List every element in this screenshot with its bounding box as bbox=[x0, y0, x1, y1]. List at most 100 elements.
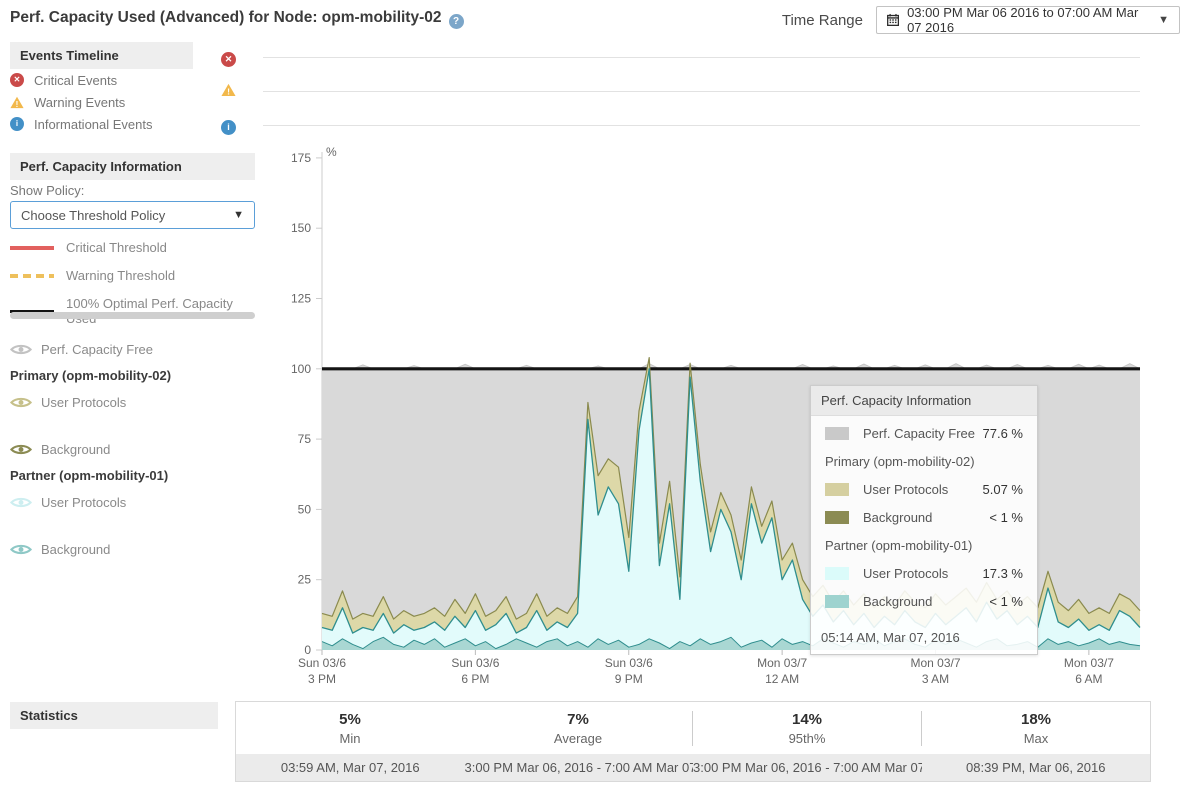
legend-label: Warning Events bbox=[34, 95, 125, 110]
stat-value: 7% bbox=[464, 711, 692, 728]
help-icon[interactable]: ? bbox=[449, 14, 464, 29]
chart-tooltip: Perf. Capacity Information Perf. Capacit… bbox=[810, 385, 1038, 655]
series-swatch bbox=[825, 511, 849, 524]
lane-critical bbox=[263, 57, 1140, 58]
critical-event-icon: ✕ bbox=[10, 73, 24, 87]
toggle-label: Background bbox=[41, 442, 110, 457]
lane-icon-info: i bbox=[221, 117, 236, 135]
stat-label: 95th% bbox=[693, 731, 921, 746]
tooltip-series-value: 17.3 % bbox=[983, 566, 1023, 581]
eye-icon bbox=[10, 543, 32, 556]
series-toggles: Perf. Capacity Free Primary (opm-mobility… bbox=[10, 332, 255, 566]
x-tick-label: Sun 03/6 bbox=[451, 656, 499, 670]
legend-label: Critical Events bbox=[34, 73, 117, 88]
events-timeline-header: Events Timeline bbox=[10, 42, 193, 69]
statistics-table: 5%Min7%Average14%95th%18%Max 03:59 AM, M… bbox=[235, 701, 1151, 782]
y-tick-label: 125 bbox=[291, 292, 311, 306]
stat-label: Min bbox=[236, 731, 464, 746]
y-tick-label: 0 bbox=[304, 643, 311, 657]
tooltip-series-label: User Protocols bbox=[863, 482, 948, 497]
stat-95th-: 14%95th% bbox=[692, 711, 921, 746]
legend-label: Informational Events bbox=[34, 117, 153, 132]
threshold-label: Warning Threshold bbox=[66, 268, 175, 283]
stat-value: 18% bbox=[922, 711, 1150, 728]
toggle-label: User Protocols bbox=[41, 395, 126, 410]
tooltip-timestamp: 05:14 AM, Mar 07, 2016 bbox=[811, 626, 1037, 654]
lane-info bbox=[263, 125, 1140, 126]
stat-period: 08:39 PM, Mar 06, 2016 bbox=[922, 760, 1151, 775]
tooltip-series-label: User Protocols bbox=[863, 566, 948, 581]
lane-warning bbox=[263, 91, 1140, 92]
y-tick-label: 25 bbox=[298, 573, 312, 587]
stat-max: 18% Max bbox=[921, 711, 1150, 746]
lane-icon-warning: ! bbox=[221, 83, 236, 102]
time-range-selector[interactable]: 03:00 PM Mar 06 2016 to 07:00 AM Mar 07 … bbox=[876, 6, 1180, 34]
tooltip-row: User Protocols 17.3 % bbox=[825, 566, 1023, 581]
toggle-label: Background bbox=[41, 542, 110, 557]
toggle-primary-background[interactable]: Background bbox=[10, 441, 255, 457]
capacity-chart-svg[interactable]: 0255075100125150175%Sun 03/63 PMSun 03/6… bbox=[260, 140, 1184, 690]
threshold-line-swatch bbox=[10, 274, 54, 278]
perf-capacity-page: Perf. Capacity Used (Advanced) for Node:… bbox=[0, 0, 1184, 787]
x-tick-label: Mon 03/7 bbox=[757, 656, 807, 670]
x-tick-label: 12 AM bbox=[765, 672, 799, 686]
statistics-periods-row: 03:59 AM, Mar 07, 20163:00 PM Mar 06, 20… bbox=[236, 754, 1150, 781]
y-tick-label: 175 bbox=[291, 151, 311, 165]
stat-period: 03:59 AM, Mar 07, 2016 bbox=[236, 760, 465, 775]
series-swatch bbox=[825, 567, 849, 580]
x-tick-label: Sun 03/6 bbox=[605, 656, 653, 670]
svg-text:!: ! bbox=[227, 87, 230, 97]
toggle-partner-user-protocols[interactable]: User Protocols bbox=[10, 494, 255, 510]
toggle-perf-capacity-free[interactable]: Perf. Capacity Free bbox=[10, 341, 255, 357]
lane-icon-critical: ✕ bbox=[221, 49, 236, 67]
legend-warning-events: !Warning Events bbox=[10, 94, 230, 110]
toggle-partner-background[interactable]: Background bbox=[10, 541, 255, 557]
x-tick-label: 3 AM bbox=[922, 672, 949, 686]
time-range: Time Range 03:00 PM Mar 06 2016 to 07:00… bbox=[782, 6, 1180, 34]
events-legend: ✕Critical Events!Warning EventsiInformat… bbox=[10, 72, 230, 138]
series-group-label: Primary (opm-mobility-02) bbox=[10, 368, 255, 383]
eye-icon bbox=[10, 443, 32, 456]
toggle-label: Perf. Capacity Free bbox=[41, 342, 153, 357]
tooltip-series-label: Background bbox=[863, 510, 932, 525]
capacity-chart[interactable]: 0255075100125150175%Sun 03/63 PMSun 03/6… bbox=[260, 140, 1184, 690]
x-tick-label: 6 AM bbox=[1075, 672, 1102, 686]
tooltip-series-label: Background bbox=[863, 594, 932, 609]
tooltip-body: Perf. Capacity Free77.6 % Primary (opm-mo… bbox=[811, 416, 1037, 626]
tooltip-header: Perf. Capacity Information bbox=[811, 386, 1037, 416]
page-title-text: Perf. Capacity Used (Advanced) for Node:… bbox=[10, 9, 442, 26]
threshold-policy-value: Choose Threshold Policy bbox=[21, 208, 165, 223]
time-range-value: 03:00 PM Mar 06 2016 to 07:00 AM Mar 07 … bbox=[907, 5, 1150, 35]
y-tick-label: 75 bbox=[298, 432, 312, 446]
series-group-label: Partner (opm-mobility-01) bbox=[10, 468, 255, 483]
x-tick-label: Sun 03/6 bbox=[298, 656, 346, 670]
series-swatch bbox=[825, 427, 849, 440]
stat-label: Max bbox=[922, 731, 1150, 746]
statistics-values-row: 5%Min7%Average14%95th%18%Max bbox=[236, 702, 1150, 754]
tooltip-group-label: Partner (opm-mobility-01) bbox=[825, 538, 1023, 553]
toggle-primary-user-protocols[interactable]: User Protocols bbox=[10, 394, 255, 410]
tooltip-row: Perf. Capacity Free77.6 % bbox=[825, 426, 1023, 441]
warning-event-icon: ! bbox=[221, 83, 236, 97]
eye-icon bbox=[10, 496, 32, 509]
page-title: Perf. Capacity Used (Advanced) for Node:… bbox=[10, 9, 464, 29]
info-event-icon: i bbox=[221, 120, 236, 135]
tooltip-row: Background< 1 % bbox=[825, 594, 1023, 609]
sidebar-scrollbar[interactable] bbox=[10, 312, 255, 319]
tooltip-series-value: 5.07 % bbox=[983, 482, 1023, 497]
tooltip-group-label: Primary (opm-mobility-02) bbox=[825, 454, 1023, 469]
legend-threshold: Warning Threshold bbox=[10, 268, 255, 283]
series-swatch bbox=[825, 483, 849, 496]
info-event-icon: i bbox=[10, 117, 24, 131]
threshold-label: 100% Optimal Perf. Capacity Used bbox=[66, 296, 255, 326]
statistics-header: Statistics bbox=[10, 702, 218, 729]
x-tick-label: 6 PM bbox=[461, 672, 489, 686]
legend-threshold: Critical Threshold bbox=[10, 240, 255, 255]
stat-min: 5%Min bbox=[236, 711, 464, 746]
threshold-policy-dropdown[interactable]: Choose Threshold Policy ▼ bbox=[10, 201, 255, 229]
calendar-icon bbox=[887, 13, 899, 27]
series-swatch bbox=[825, 595, 849, 608]
y-tick-label: 150 bbox=[291, 221, 311, 235]
threshold-legend: Critical Threshold Warning Threshold 100% … bbox=[10, 240, 255, 339]
eye-icon bbox=[10, 396, 32, 409]
